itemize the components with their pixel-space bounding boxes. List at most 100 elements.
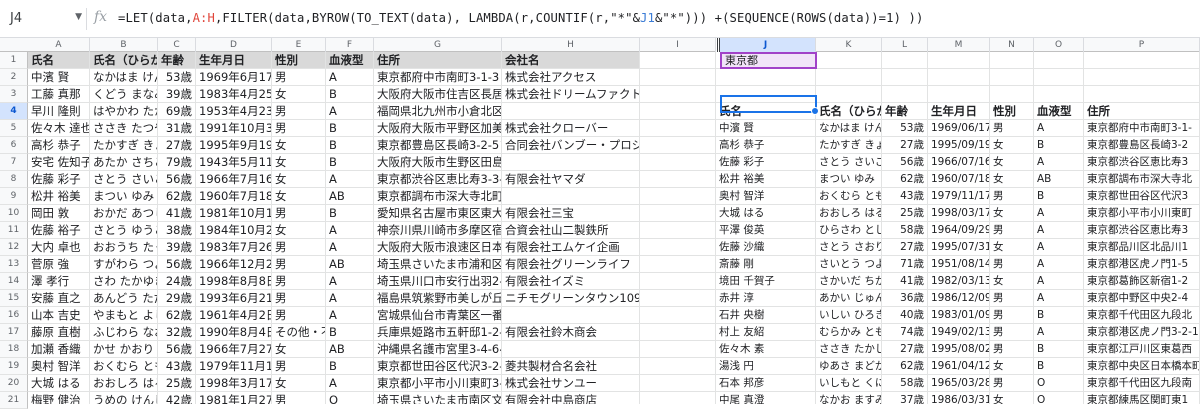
result-data-cell[interactable]: 女: [990, 154, 1034, 171]
left-data-cell[interactable]: 佐々木 達也: [28, 120, 90, 137]
result-data-cell[interactable]: 37歳: [882, 392, 928, 404]
left-data-cell[interactable]: 男: [272, 307, 326, 324]
left-data-cell[interactable]: 松井 裕美: [28, 188, 90, 205]
result-data-cell[interactable]: 女: [990, 358, 1034, 375]
empty-cell[interactable]: [640, 86, 716, 103]
row-header[interactable]: 1: [0, 52, 28, 69]
result-data-cell[interactable]: 東京都中央区日本橋本町1-2-2: [1084, 358, 1200, 375]
left-data-cell[interactable]: 菱共製材合名会社: [502, 358, 640, 375]
result-data-cell[interactable]: さとう さいこ: [816, 154, 882, 171]
left-data-cell[interactable]: 神奈川県川崎市多摩区宿河原4-: [374, 222, 502, 239]
criteria-cell-j1[interactable]: 東京都: [720, 52, 817, 69]
left-data-cell[interactable]: 福島県筑紫野市美しが丘南2-1-4: [374, 290, 502, 307]
column-header-h[interactable]: H: [502, 38, 640, 52]
left-data-cell[interactable]: 有限会社エムケイ企画: [502, 239, 640, 256]
left-data-cell[interactable]: 69歳: [158, 103, 196, 120]
left-data-cell[interactable]: 高杉 恭子: [28, 137, 90, 154]
empty-cell[interactable]: [640, 375, 716, 392]
empty-cell[interactable]: [640, 120, 716, 137]
row-header[interactable]: 14: [0, 273, 28, 290]
left-data-cell[interactable]: AB: [326, 341, 374, 358]
left-data-cell[interactable]: AB: [326, 188, 374, 205]
left-data-cell[interactable]: 東京都世田谷区代沢3-2-10: [374, 358, 502, 375]
result-data-cell[interactable]: B: [1034, 137, 1084, 154]
left-data-cell[interactable]: 女: [272, 188, 326, 205]
left-data-cell[interactable]: おおうち たくや: [90, 239, 158, 256]
left-data-cell[interactable]: B: [326, 137, 374, 154]
result-data-cell[interactable]: 1983/01/09: [928, 307, 990, 324]
result-header-cell[interactable]: 性別: [990, 103, 1034, 120]
result-data-cell[interactable]: 奥村 智洋: [716, 188, 816, 205]
result-data-cell[interactable]: 1986/03/31: [928, 392, 990, 404]
left-data-cell[interactable]: 男: [272, 69, 326, 86]
left-data-cell[interactable]: 加瀬 香織: [28, 341, 90, 358]
empty-cell[interactable]: [1084, 69, 1200, 86]
column-header-g[interactable]: G: [374, 38, 502, 52]
left-data-cell[interactable]: 1995年9月19日: [196, 137, 272, 154]
left-header-cell[interactable]: 氏名（ひらがな）: [90, 52, 158, 69]
result-data-cell[interactable]: A: [1034, 324, 1084, 341]
left-data-cell[interactable]: 男: [272, 256, 326, 273]
row-header[interactable]: 7: [0, 154, 28, 171]
result-data-cell[interactable]: 男: [990, 307, 1034, 324]
result-data-cell[interactable]: 女: [990, 137, 1034, 154]
left-data-cell[interactable]: 27歳: [158, 137, 196, 154]
left-data-cell[interactable]: 東京都小平市小川東町3-5-15: [374, 375, 502, 392]
result-data-cell[interactable]: まつい ゆみ: [816, 171, 882, 188]
result-data-cell[interactable]: 1969/06/17: [928, 120, 990, 137]
left-data-cell[interactable]: 中濱 賢: [28, 69, 90, 86]
result-data-cell[interactable]: 1979/11/17: [928, 188, 990, 205]
result-data-cell[interactable]: 佐藤 沙織: [716, 239, 816, 256]
empty-cell[interactable]: [816, 69, 882, 86]
result-data-cell[interactable]: あかい じゅん: [816, 290, 882, 307]
left-data-cell[interactable]: A: [326, 290, 374, 307]
left-data-cell[interactable]: はやかわ たかの: [90, 103, 158, 120]
empty-cell[interactable]: [640, 205, 716, 222]
result-data-cell[interactable]: 男: [990, 375, 1034, 392]
left-data-cell[interactable]: 梅野 健治: [28, 392, 90, 404]
result-data-cell[interactable]: 1995/08/02: [928, 341, 990, 358]
left-data-cell[interactable]: 56歳: [158, 256, 196, 273]
row-header[interactable]: 11: [0, 222, 28, 239]
result-data-cell[interactable]: 東京都千代田区九段南: [1084, 375, 1200, 392]
result-data-cell[interactable]: いしい ひろき: [816, 307, 882, 324]
left-data-cell[interactable]: 1993年6月21日: [196, 290, 272, 307]
result-data-cell[interactable]: 中濱 賢: [716, 120, 816, 137]
result-data-cell[interactable]: 東京都港区虎ノ門3-2-16: [1084, 324, 1200, 341]
result-data-cell[interactable]: 東京都府中市南町3-1-: [1084, 120, 1200, 137]
left-data-cell[interactable]: [502, 341, 640, 358]
left-data-cell[interactable]: あんどう ただゆ: [90, 290, 158, 307]
result-data-cell[interactable]: 1982/03/13: [928, 273, 990, 290]
left-data-cell[interactable]: 1979年11月17日: [196, 358, 272, 375]
left-data-cell[interactable]: 株式会社ドリームファクトリー: [502, 86, 640, 103]
left-header-cell[interactable]: 氏名: [28, 52, 90, 69]
column-header-e[interactable]: E: [272, 38, 326, 52]
row-header[interactable]: 21: [0, 392, 28, 409]
result-data-cell[interactable]: 男: [990, 222, 1034, 239]
result-data-cell[interactable]: ひらさわ としひ: [816, 222, 882, 239]
result-data-cell[interactable]: 男: [990, 290, 1034, 307]
result-data-cell[interactable]: 平澤 俊英: [716, 222, 816, 239]
left-data-cell[interactable]: ふじわら なおき: [90, 324, 158, 341]
empty-cell[interactable]: [640, 324, 716, 341]
left-header-cell[interactable]: 血液型: [326, 52, 374, 69]
result-data-cell[interactable]: AB: [1034, 171, 1084, 188]
left-data-cell[interactable]: [502, 154, 640, 171]
result-data-cell[interactable]: 斎藤 剛: [716, 256, 816, 273]
left-data-cell[interactable]: 有限会社中島商店: [502, 392, 640, 404]
result-data-cell[interactable]: 男: [990, 256, 1034, 273]
result-data-cell[interactable]: 石井 央樹: [716, 307, 816, 324]
row-header[interactable]: 13: [0, 256, 28, 273]
result-data-cell[interactable]: 高杉 恭子: [716, 137, 816, 154]
left-data-cell[interactable]: AB: [326, 256, 374, 273]
result-data-cell[interactable]: 東京都葛飾区新宿1-2: [1084, 273, 1200, 290]
left-header-cell[interactable]: 生年月日: [196, 52, 272, 69]
empty-cell[interactable]: [882, 52, 928, 69]
left-data-cell[interactable]: 山本 吉史: [28, 307, 90, 324]
result-data-cell[interactable]: 1951/08/14: [928, 256, 990, 273]
left-data-cell[interactable]: あたか さちこ: [90, 154, 158, 171]
result-data-cell[interactable]: 男: [990, 120, 1034, 137]
left-data-cell[interactable]: 1943年5月11日: [196, 154, 272, 171]
empty-cell[interactable]: [816, 52, 882, 69]
left-data-cell[interactable]: 株式会社サンユー: [502, 375, 640, 392]
